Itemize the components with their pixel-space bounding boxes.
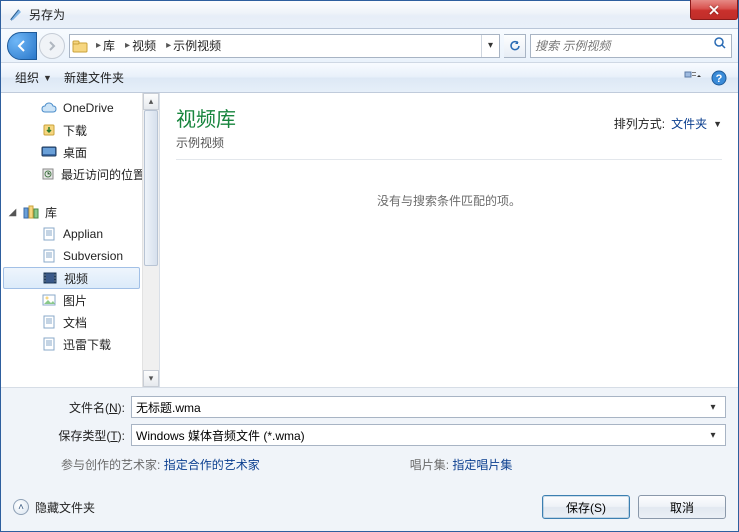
folder-icon [70,39,90,53]
filename-row: 文件名(N): ▾ [13,396,726,418]
scroll-down[interactable]: ▾ [143,370,159,387]
save-button[interactable]: 保存(S) [542,495,630,519]
filename-label: 文件名(N): [13,399,131,416]
recent-icon [41,166,55,182]
content-pane: 视频库 示例视频 排列方式: 文件夹 ▼ 没有与搜索条件匹配的项。 [159,93,738,387]
svg-text:?: ? [716,73,723,85]
doc-icon [41,336,57,352]
toolbar: 组织 ▼ 新建文件夹 ? [1,63,738,93]
scroll-thumb[interactable] [144,110,158,266]
filetype-value: Windows 媒体音频文件 (*.wma) [136,427,705,444]
doc-icon [41,248,57,264]
cancel-button[interactable]: 取消 [638,495,726,519]
download-icon [41,122,57,138]
scroll-up[interactable]: ▴ [143,93,159,110]
nav-bar: ▸库 ▸视频 ▸示例视频 ▾ [1,29,738,63]
hide-folders-toggle[interactable]: ˄ 隐藏文件夹 [13,499,95,516]
view-options-button[interactable] [682,67,704,89]
search-icon [713,36,727,55]
library-title: 视频库 [176,103,236,132]
tree-applian[interactable]: Applian [1,223,142,245]
hide-folders-label: 隐藏文件夹 [35,499,95,516]
chevron-down-icon[interactable]: ▾ [705,402,721,413]
new-folder-button[interactable]: 新建文件夹 [58,63,130,92]
library-icon [23,204,39,220]
album-label: 唱片集: [410,458,449,472]
bottom-panel: 文件名(N): ▾ 保存类型(T): Windows 媒体音频文件 (*.wma… [1,387,738,485]
app-icon [9,8,23,22]
desktop-icon [41,144,57,160]
tree-libraries[interactable]: ◢ 库 [1,201,142,223]
chevron-down-icon[interactable]: ▾ [705,430,721,441]
search-input[interactable] [535,39,713,53]
library-header: 视频库 示例视频 排列方式: 文件夹 ▼ [176,103,722,160]
tree-subversion[interactable]: Subversion [1,245,142,267]
cloud-icon [41,100,57,116]
filetype-combo[interactable]: Windows 媒体音频文件 (*.wma) ▾ [131,424,726,446]
breadcrumb-segment[interactable]: ▸示例视频 [160,35,225,57]
sidebar: OneDrive 下载 桌面 最近访问的位置 ◢ 库 Applian Subve… [1,93,159,387]
main-area: OneDrive 下载 桌面 最近访问的位置 ◢ 库 Applian Subve… [1,93,738,387]
window-title: 另存为 [29,6,65,23]
tree-documents[interactable]: 文档 [1,311,142,333]
tree-videos[interactable]: 视频 [3,267,140,289]
scroll-track[interactable] [143,110,159,370]
organize-label: 组织 [15,69,39,86]
tree-desktop[interactable]: 桌面 [1,141,142,163]
empty-message: 没有与搜索条件匹配的项。 [176,160,722,387]
album-link[interactable]: 指定唱片集 [452,458,512,472]
new-folder-label: 新建文件夹 [64,69,124,86]
sort-value-link[interactable]: 文件夹 [671,115,707,132]
artist-label: 参与创作的艺术家: [61,458,160,472]
sidebar-scrollbar[interactable]: ▴ ▾ [142,93,159,387]
tree-pictures[interactable]: 图片 [1,289,142,311]
breadcrumb-label: 库 [103,37,115,54]
picture-icon [41,292,57,308]
video-icon [42,270,58,286]
metadata-row: 参与创作的艺术家: 指定合作的艺术家 唱片集: 指定唱片集 [13,452,726,477]
tree-recent[interactable]: 最近访问的位置 [1,163,142,185]
tree-onedrive[interactable]: OneDrive [1,97,142,119]
doc-icon [41,314,57,330]
doc-icon [41,226,57,242]
filetype-row: 保存类型(T): Windows 媒体音频文件 (*.wma) ▾ [13,424,726,446]
library-subtitle: 示例视频 [176,134,236,151]
help-button[interactable]: ? [708,67,730,89]
breadcrumb-label: 视频 [132,37,156,54]
filename-input[interactable] [136,400,705,414]
chevron-down-icon: ▼ [43,73,52,83]
tree-xunlei[interactable]: 迅雷下载 [1,333,142,355]
save-as-dialog: 另存为 ▸库 ▸视频 ▸示例视频 ▾ [0,0,739,532]
folder-tree: OneDrive 下载 桌面 最近访问的位置 ◢ 库 Applian Subve… [1,93,142,359]
expander-icon[interactable]: ◢ [7,207,18,218]
tree-downloads[interactable]: 下载 [1,119,142,141]
filetype-label: 保存类型(T): [13,427,131,444]
breadcrumb-label: 示例视频 [173,37,221,54]
sort-label: 排列方式: [614,115,665,132]
breadcrumb-segment[interactable]: ▸库 [90,35,119,57]
chevron-up-icon: ˄ [13,499,29,515]
artist-link[interactable]: 指定合作的艺术家 [164,458,260,472]
address-dropdown[interactable]: ▾ [481,35,499,57]
filename-combo[interactable]: ▾ [131,396,726,418]
chevron-down-icon[interactable]: ▼ [713,119,722,129]
breadcrumb-segment[interactable]: ▸视频 [119,35,160,57]
back-button[interactable] [7,32,37,60]
search-box[interactable] [530,34,732,58]
organize-menu[interactable]: 组织 ▼ [9,63,58,92]
sort-control: 排列方式: 文件夹 ▼ [614,115,722,132]
close-button[interactable] [690,0,738,20]
refresh-button[interactable] [504,34,526,58]
forward-button[interactable] [39,33,65,59]
address-bar[interactable]: ▸库 ▸视频 ▸示例视频 ▾ [69,34,500,58]
footer: ˄ 隐藏文件夹 保存(S) 取消 [1,485,738,531]
titlebar: 另存为 [1,1,738,29]
